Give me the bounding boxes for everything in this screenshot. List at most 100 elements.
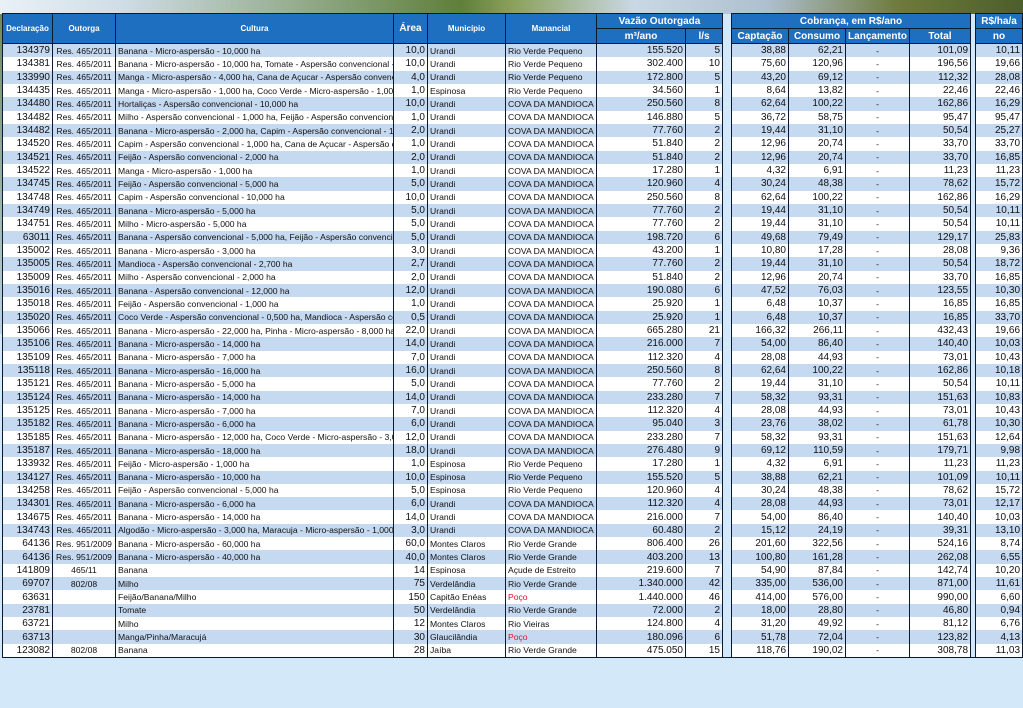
cell-consumo: 24,19 [788,523,846,538]
cell-outorga: Res. 951/2009 [52,550,116,564]
cell-captacao: 49,68 [731,230,789,244]
cell-rha: 4,13 [975,630,1023,644]
cell-cultura: Banana - Micro-aspersão - 3,000 ha [115,243,394,258]
cell-outorga: Res. 465/2011 [52,363,116,378]
cell-lancamento: - [845,203,910,218]
cell-municipio: Espinosa [427,563,506,578]
cell-outorga: Res. 465/2011 [52,310,116,324]
table-row: 69707 802/08 Milho 75 Verdelândia Rio Verde G… [2,577,1023,591]
cell-m3-ano: 124.800 [596,617,686,631]
cell-rha: 16,29 [975,190,1023,204]
cell-area: 6,0 [393,497,428,511]
cell-manancial: Rio Verde Grande [505,643,597,659]
table-row: 134381 Res. 465/2011 Banana - Micro-aspers… [2,57,1023,71]
cell-ls: 1 [685,297,723,311]
table-row: 134743 Res. 465/2011 Algodão - Micro-asper… [2,523,1023,538]
cell-outorga [52,603,116,618]
cell-total: 432,43 [908,323,972,338]
cell-outorga: Res. 465/2011 [52,297,116,311]
cell-ls: 5 [685,70,723,84]
table-row: 135125 Res. 465/2011 Banana - Micro-aspers… [2,403,1023,418]
cell-m3-ano: 25.920 [596,297,686,311]
cell-rha: 18,72 [975,257,1023,271]
cell-m3-ano: 665.280 [596,323,686,338]
cell-rha: 10,20 [975,563,1023,578]
cell-rha: 10,03 [975,337,1023,351]
cell-ls: 1 [685,310,723,324]
cell-rha: 95,47 [975,110,1023,124]
cell-outorga: Res. 465/2011 [52,457,116,471]
cell-municipio: Urandi [427,323,506,338]
cell-rha: 25,83 [975,230,1023,244]
cell-captacao: 6,48 [731,310,789,324]
cell-cultura: Banana - Micro-aspersão - 12,000 ha, Coc… [115,430,394,444]
cell-cultura: Banana - Micro-aspersão - 10,000 ha [115,43,394,58]
cell-outorga: Res. 465/2011 [52,43,116,58]
cell-outorga: Res. 465/2011 [52,377,116,391]
cell-lancamento: - [845,297,910,311]
cell-municipio: Urandi [427,97,506,111]
cell-ls: 2 [685,257,723,271]
cell-total: 990,00 [908,590,972,604]
cell-m3-ano: 216.000 [596,510,686,524]
cell-area: 150 [393,590,428,604]
table-row: 134480 Res. 465/2011 Hortaliças - Aspersão… [2,97,1023,111]
cell-declaracao: 135118 [2,363,53,378]
cell-area: 5,0 [393,377,428,391]
cell-area: 1,0 [393,457,428,471]
cell-captacao: 54,00 [731,510,789,524]
cell-outorga: Res. 465/2011 [52,510,116,524]
cell-rha: 15,72 [975,177,1023,191]
cell-m3-ano: 806.400 [596,537,686,551]
cell-m3-ano: 60.480 [596,523,686,538]
cell-consumo: 93,31 [788,430,846,444]
cell-outorga [52,590,116,604]
cell-area: 5,0 [393,230,428,244]
cell-ls: 42 [685,577,723,591]
cell-total: 78,62 [908,483,972,498]
cell-cultura: Capim - Aspersão convencional - 10,000 h… [115,190,394,204]
cell-cultura: Feijão - Aspersão convencional - 2,000 h… [115,150,394,164]
cell-manancial: COVA DA MANDIOCA [505,377,597,391]
cell-manancial: COVA DA MANDIOCA [505,243,597,258]
cell-captacao: 58,32 [731,390,789,404]
column-gap [722,97,732,111]
cell-captacao: 38,88 [731,470,789,484]
column-gap [722,310,732,324]
cell-cultura: Banana - Aspersão convencional - 5,000 h… [115,230,394,244]
table-row: 134435 Res. 465/2011 Manga - Micro-aspersã… [2,83,1023,98]
cell-captacao: 69,12 [731,443,789,458]
cell-cultura: Manga - Micro-aspersão - 1,000 ha, Coco … [115,83,394,98]
cell-area: 1,0 [393,137,428,151]
cell-captacao: 118,76 [731,643,789,659]
cell-m3-ano: 112.320 [596,350,686,364]
cell-declaracao: 134522 [2,163,53,178]
cell-rha: 25,27 [975,123,1023,138]
cell-ls: 8 [685,363,723,378]
cell-declaracao: 135005 [2,257,53,271]
table-row: 135121 Res. 465/2011 Banana - Micro-aspers… [2,377,1023,391]
cell-municipio: Urandi [427,510,506,524]
cell-manancial: COVA DA MANDIOCA [505,403,597,418]
cell-ls: 6 [685,630,723,644]
cell-area: 5,0 [393,483,428,498]
cell-outorga: Res. 465/2011 [52,337,116,351]
cell-declaracao: 135121 [2,377,53,391]
column-gap [722,363,732,378]
cell-area: 7,0 [393,403,428,418]
cell-captacao: 28,08 [731,403,789,418]
cell-captacao: 100,80 [731,550,789,564]
cell-m3-ano: 302.400 [596,57,686,71]
cell-municipio: Verdelândia [427,577,506,591]
cell-manancial: COVA DA MANDIOCA [505,430,597,444]
table-row: 64136 Res. 951/2009 Banana - Micro-aspersã… [2,537,1023,551]
cell-m3-ano: 51.840 [596,270,686,284]
table-row: 134745 Res. 465/2011 Feijão - Aspersão con… [2,177,1023,191]
cell-ls: 3 [685,417,723,431]
cell-declaracao: 134745 [2,177,53,191]
cell-outorga: Res. 465/2011 [52,350,116,364]
cell-manancial: COVA DA MANDIOCA [505,510,597,524]
col-cultura: Cultura [115,13,394,44]
column-gap [722,563,732,578]
cell-declaracao: 135002 [2,243,53,258]
